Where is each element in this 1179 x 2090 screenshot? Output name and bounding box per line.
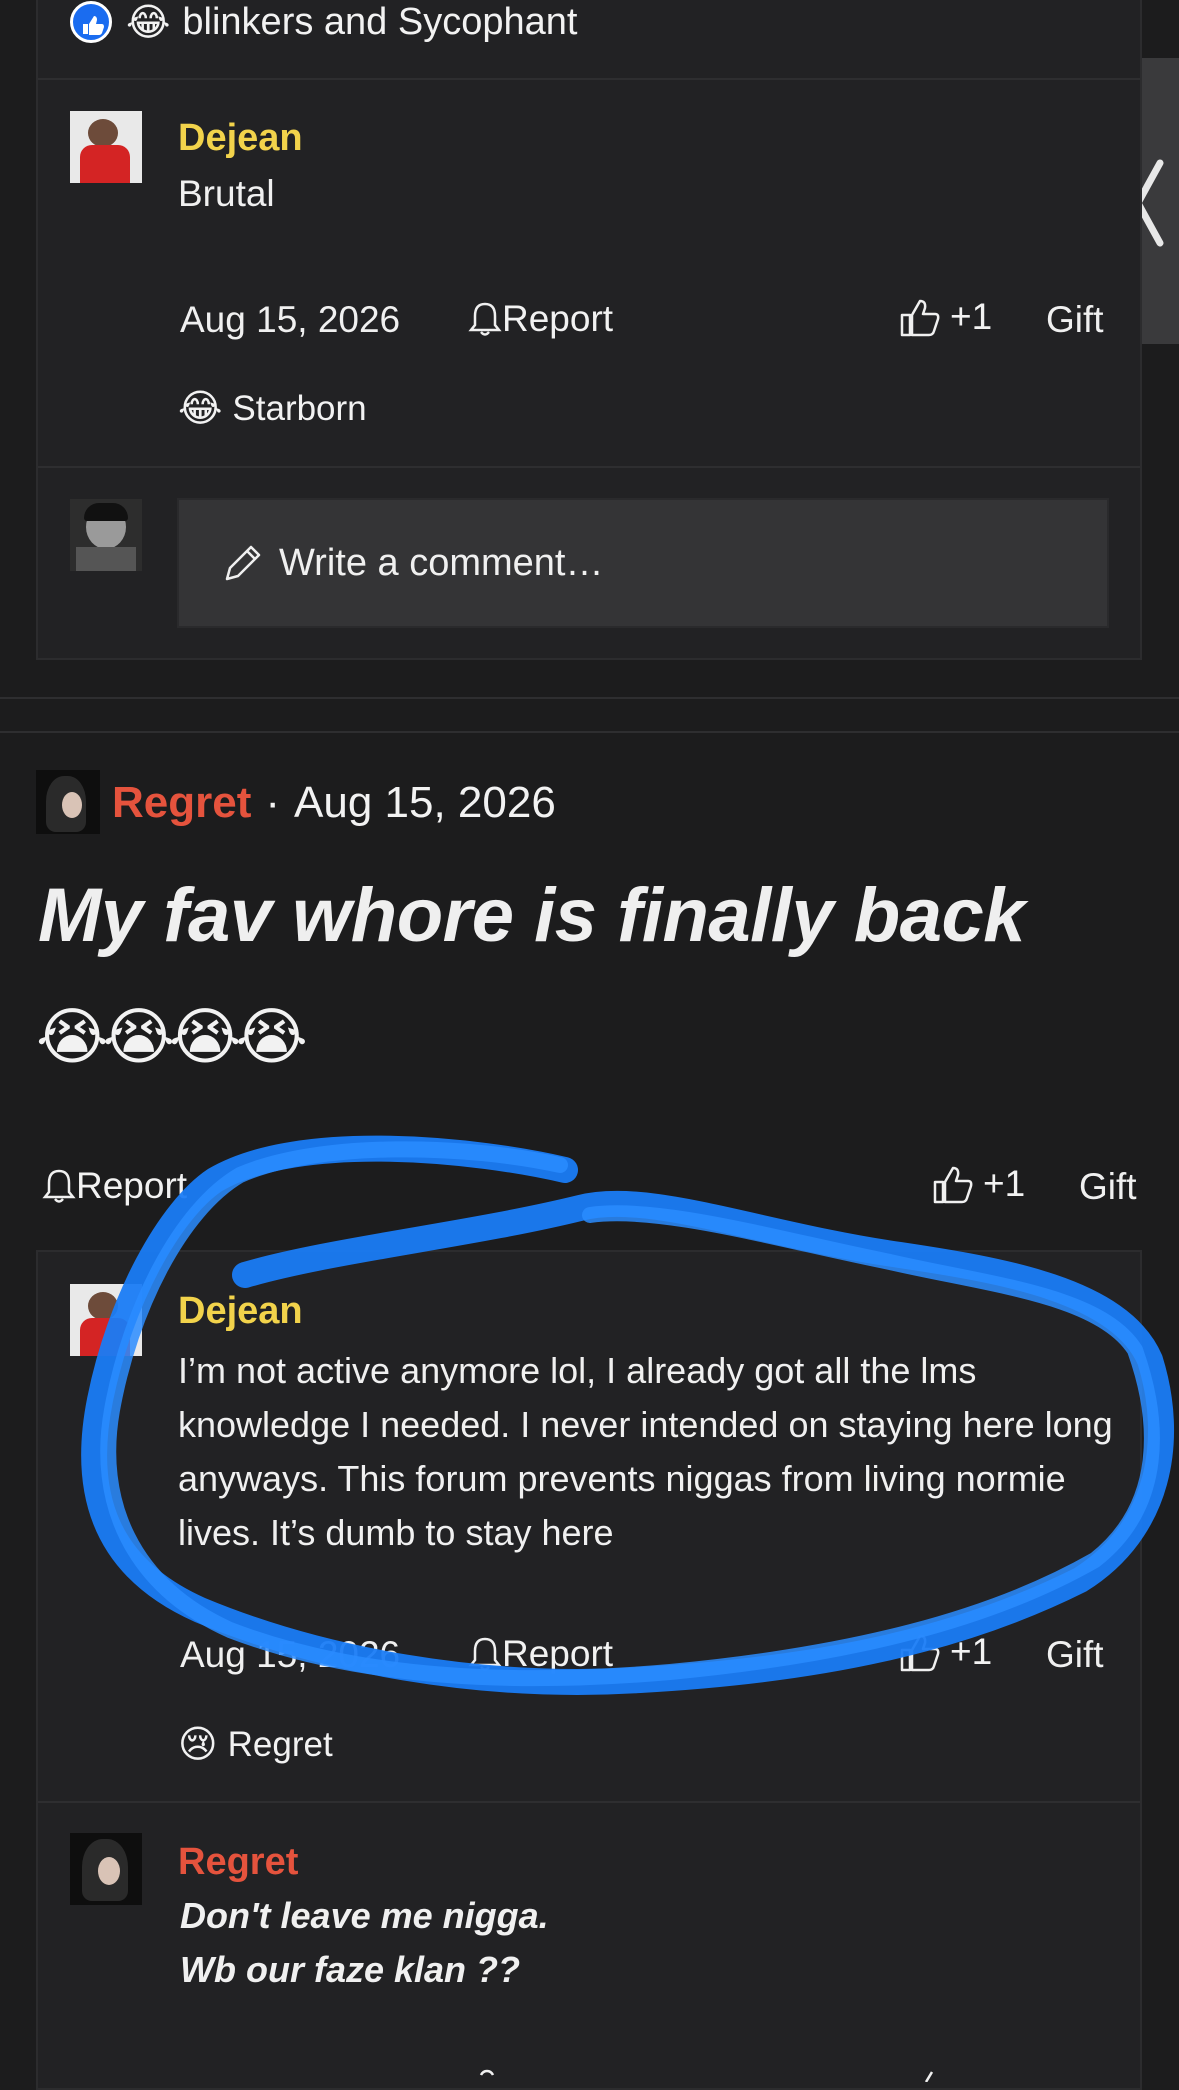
comment-input-placeholder: Write a comment… (279, 541, 604, 584)
post-author[interactable]: Regret (112, 778, 251, 828)
comment-author[interactable]: Regret (178, 1841, 298, 1884)
divider (38, 1801, 1140, 1803)
sad-tear-emoji-icon: 😢 (178, 1724, 218, 1766)
current-user-avatar (70, 499, 142, 571)
like-button[interactable]: +1 (898, 1630, 992, 1674)
comment-author[interactable]: Dejean (178, 117, 303, 160)
thumbs-up-icon (900, 1634, 940, 1672)
report-label: Report (76, 1165, 188, 1206)
reaction-user: Starborn (232, 388, 367, 428)
post-byline: Regret · Aug 15, 2026 (112, 778, 556, 828)
divider (38, 78, 1140, 80)
comment-author[interactable]: Dejean (178, 1290, 303, 1333)
gift-button[interactable]: Gift (1046, 1634, 1104, 1676)
laughing-crying-emoji-icon: 😂 (126, 1, 171, 44)
gift-button[interactable]: Gift (1046, 299, 1104, 341)
reaction-user: Regret (227, 1724, 333, 1764)
bell-icon (42, 1169, 76, 1203)
post-emoji-row: 😭😭😭😭 (36, 1003, 308, 1072)
report-label: Report (502, 1633, 614, 1674)
post-like-button[interactable]: +1 (931, 1162, 1025, 1206)
comment-body-line: Wb our faze klan ?? (180, 1949, 521, 1990)
post-author-avatar[interactable] (36, 770, 100, 834)
comment-date: Aug 15, 2026 (180, 299, 401, 340)
bell-icon (468, 1637, 502, 1671)
divider (38, 466, 1140, 468)
laughing-crying-emoji-icon: 😂 (178, 388, 223, 430)
post-gift-button[interactable]: Gift (1079, 1166, 1137, 1208)
comment-reaction: 😢 Regret (178, 1722, 333, 1767)
post-date: Aug 15, 2026 (294, 778, 556, 827)
report-button[interactable]: Report (468, 1633, 613, 1675)
like-count: +1 (983, 1163, 1026, 1204)
comment-date: Aug 15, 2026 (180, 1634, 401, 1675)
thumbs-up-reaction-icon (70, 1, 112, 43)
like-button[interactable]: +1 (898, 295, 992, 339)
like-count: +1 (950, 296, 993, 337)
post-title: My fav whore is finally back (38, 873, 1026, 958)
post-report-button[interactable]: Report (42, 1165, 187, 1207)
bell-icon (468, 302, 502, 336)
reaction-summary: 😂 blinkers and Sycophant (70, 0, 577, 44)
pencil-icon (225, 545, 261, 581)
report-button[interactable]: Report (468, 298, 613, 340)
reaction-names: blinkers and Sycophant (182, 0, 578, 43)
comment-reaction: 😂 Starborn (178, 386, 367, 431)
avatar[interactable] (70, 1833, 142, 1905)
avatar[interactable] (70, 111, 142, 183)
report-label: Report (502, 298, 614, 339)
comment-input[interactable]: Write a comment… (177, 498, 1109, 628)
thumbs-up-icon (900, 299, 940, 337)
avatar[interactable] (70, 1284, 142, 1356)
divider (0, 697, 1179, 699)
divider (0, 731, 1179, 733)
like-count: +1 (950, 1631, 993, 1672)
comment-body: Brutal (178, 173, 275, 214)
comment-body: I’m not active anymore lol, I already go… (178, 1350, 1113, 1553)
byline-separator: · (265, 778, 281, 827)
thumbs-up-icon (933, 1166, 973, 1204)
comment-body-line: Don't leave me nigga. (180, 1895, 549, 1936)
